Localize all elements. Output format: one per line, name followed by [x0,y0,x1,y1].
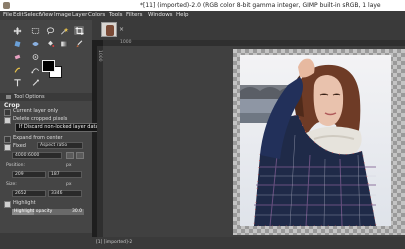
menu-select[interactable]: Select [24,12,41,18]
portrait-button[interactable] [66,152,74,159]
toolbox-bottom-strip [0,233,92,249]
aspect-ratio-input[interactable]: 4000:6000 [12,152,62,159]
status-text: [1] [imported]-2 [96,240,133,245]
menu-colors[interactable]: Colors [88,12,105,18]
delete-cropped-label: Delete cropped pixels [13,116,68,122]
gradient-icon[interactable] [59,39,69,48]
thumbnail-image [106,25,114,36]
fuzzy-select-icon[interactable] [59,26,69,35]
title-bar: *[11] (imported)-2.0 (RGB color 8-bit ga… [0,0,405,11]
menu-filters[interactable]: Filters [126,12,143,18]
expand-from-center-label: Expand from center [13,135,63,141]
bucket-fill-icon[interactable] [45,39,55,48]
tool-options-tab[interactable]: Tool Options [0,93,92,101]
highlight-opacity-label: Highlight opacity [14,209,53,214]
lasso-icon[interactable] [45,26,55,35]
tab-label: Tool Options [14,94,45,100]
fixed-checkbox[interactable] [4,144,11,151]
menu-bar: File Edit Select View Image Layer Colors… [0,11,405,20]
photo-woman-in-plaid-coat[interactable] [240,55,391,226]
menu-file[interactable]: File [3,12,12,18]
warp-icon[interactable] [30,39,40,48]
size-width-input[interactable]: 2652 [12,190,46,197]
move-icon[interactable] [12,26,22,35]
color-picker-icon[interactable] [30,78,40,87]
clone-icon[interactable] [30,52,40,61]
close-tab-icon[interactable]: × [119,26,124,33]
image-tab-thumbnail[interactable] [101,22,117,37]
unified-transform-icon[interactable] [12,39,22,48]
size-label: Size: [6,182,17,187]
highlight-checkbox[interactable] [4,201,11,208]
text-icon[interactable] [12,78,22,87]
eraser-icon[interactable] [12,52,22,61]
menu-layer[interactable]: Layer [72,12,87,18]
position-x-input[interactable]: 209 [12,171,46,178]
highlight-opacity-value: 30.0 [71,209,82,214]
highlight-label: Highlight [13,200,36,206]
expand-from-center-checkbox[interactable] [4,136,11,143]
current-layer-only-label: Current layer only [13,108,59,114]
foreground-color[interactable] [42,60,55,72]
fixed-mode-select[interactable]: Aspect ratio [37,142,83,149]
menu-image[interactable]: Image [54,12,71,18]
menu-edit[interactable]: Edit [13,12,24,18]
image-tab-bar [92,20,405,40]
fg-bg-color-swatch[interactable] [41,59,62,78]
position-unit[interactable]: px [66,163,72,168]
crop-icon[interactable] [74,26,84,35]
window-title: *[11] (imported)-2.0 (RGB color 8-bit ga… [140,2,381,9]
status-bar: [1] [imported]-2 [92,237,405,249]
smudge-icon[interactable] [12,65,22,74]
fixed-label: Fixed [13,143,26,149]
path-icon[interactable] [30,65,40,74]
tool-options-icon [6,95,11,99]
menu-tools[interactable]: Tools [109,12,123,18]
position-label: Position: [6,163,26,168]
landscape-button[interactable] [76,152,84,159]
v-ruler-label: 1000 [97,50,102,62]
paintbrush-icon[interactable] [74,39,84,48]
delete-cropped-checkbox[interactable] [4,117,11,124]
current-layer-only-checkbox[interactable] [4,109,11,116]
highlight-opacity-slider[interactable]: Highlight opacity 30.0 [12,209,84,215]
menu-view[interactable]: View [40,12,53,18]
rect-select-icon[interactable] [30,26,40,35]
size-height-input[interactable]: 3346 [48,190,82,197]
menu-windows[interactable]: Windows [148,12,173,18]
h-ruler-label: 1000 [120,40,132,45]
size-unit[interactable]: px [66,182,72,187]
position-y-input[interactable]: 187 [48,171,82,178]
menu-help[interactable]: Help [176,12,189,18]
gimp-logo-icon [3,2,10,9]
